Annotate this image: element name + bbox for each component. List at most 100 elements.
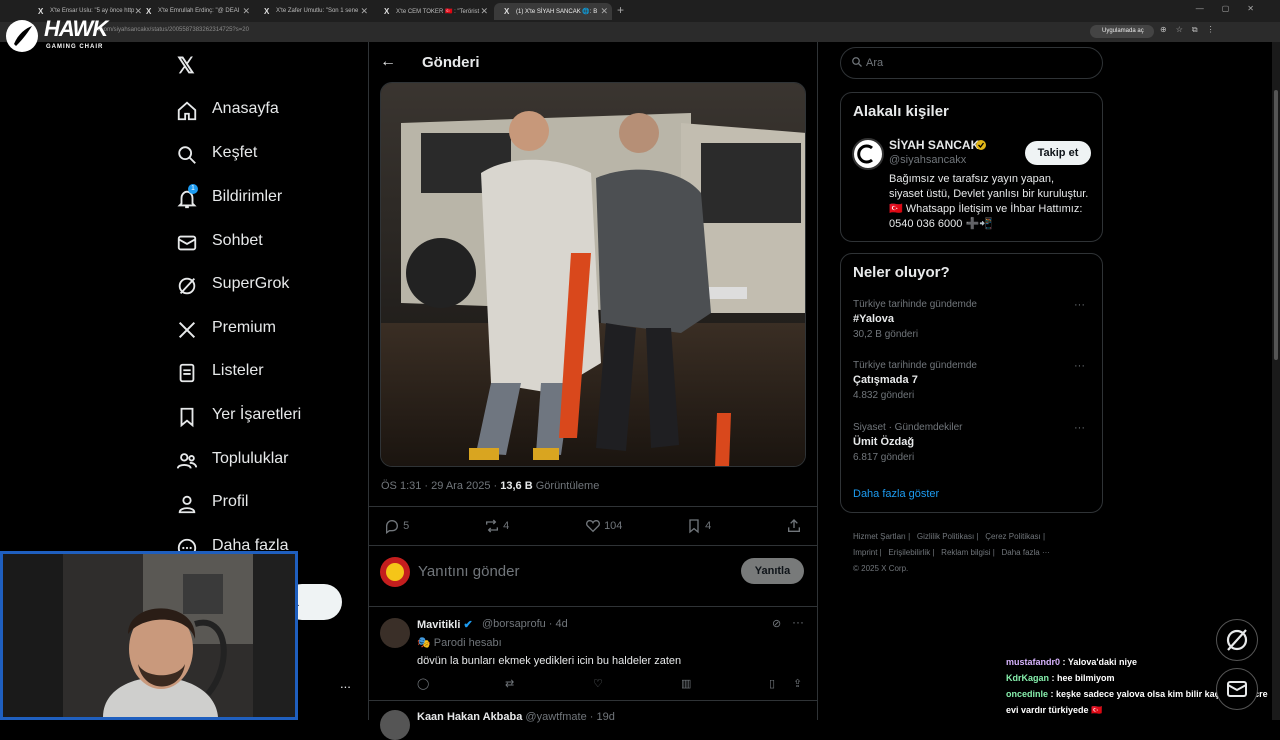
messages-floating-button[interactable]: [1216, 668, 1258, 710]
comment-author-name[interactable]: Mavitikli ✔: [417, 618, 473, 631]
hawk-logo-icon: [6, 20, 38, 52]
verified-icon: ✔: [463, 619, 473, 631]
share-action[interactable]: [786, 518, 802, 534]
bookmark-count: 4: [705, 519, 712, 532]
footer-link[interactable]: Çerez Politikası: [985, 532, 1041, 541]
browser-tab[interactable]: X X'te Zafer Umutlu: "Son 1 sene ✕: [254, 3, 372, 20]
chat-user: mustafandr0: [1006, 657, 1061, 667]
person-icon: [178, 495, 196, 514]
footer-link[interactable]: Gizlilik Politikası: [917, 532, 974, 541]
x-favicon-icon: X: [38, 7, 44, 16]
account-more-icon[interactable]: ...: [340, 676, 351, 691]
comment-handle[interactable]: @borsaprofu · 4d: [482, 618, 568, 630]
footer-link[interactable]: Erişilebilirlik: [888, 548, 930, 557]
more-options-icon[interactable]: ···: [1074, 360, 1085, 372]
avatar[interactable]: [380, 618, 410, 648]
new-tab-button[interactable]: +: [617, 3, 624, 17]
back-arrow-icon[interactable]: ←: [380, 53, 396, 71]
trend-name: Çatışmada 7: [853, 374, 918, 386]
close-icon[interactable]: ✕: [360, 6, 368, 17]
reply-action[interactable]: 5: [384, 518, 409, 534]
bookmark-action[interactable]: 4: [686, 518, 711, 534]
x-icon: [178, 321, 196, 339]
open-in-app-button[interactable]: Uygulamada aç: [1090, 25, 1154, 38]
close-icon[interactable]: ✕: [480, 6, 488, 17]
x-logo-icon[interactable]: 𝕏: [177, 53, 195, 79]
repost-action[interactable]: 4: [484, 518, 509, 534]
nav-label: Keşfet: [212, 144, 258, 161]
trend-item[interactable]: Türkiye tarihinde gündemde #Yalova 30,2 …: [853, 299, 1093, 340]
window-controls[interactable]: —▢✕: [1196, 4, 1272, 13]
post-image[interactable]: [380, 82, 806, 467]
related-handle[interactable]: @siyahsancakx: [889, 154, 966, 166]
chat-text: : Yalova'daki niye: [1060, 657, 1138, 667]
footer-link[interactable]: Daha fazla ···: [1002, 548, 1050, 557]
browser-tab[interactable]: X X'te Emrullah Erdinç: "@ DEAI ✕: [136, 3, 254, 20]
grok-icon[interactable]: ⊘: [772, 617, 781, 630]
trend-item[interactable]: Siyaset · Gündemdekiler Ümit Özdağ 6.817…: [853, 422, 1093, 463]
related-name[interactable]: SİYAH SANCAK: [889, 138, 979, 152]
photo-illustration: [381, 83, 805, 466]
trend-context: Türkiye tarihinde gündemde: [853, 360, 977, 371]
post-timestamp[interactable]: ÖS 1:31 · 29 Ara 2025 ·: [381, 480, 500, 492]
x-favicon-icon: X: [504, 7, 510, 16]
search-input[interactable]: Ara: [866, 57, 883, 69]
repost-icon[interactable]: ⇄: [505, 677, 514, 690]
home-icon: [177, 101, 197, 121]
close-icon[interactable]: ✕: [242, 6, 250, 17]
avatar[interactable]: [380, 710, 410, 740]
grok-floating-button[interactable]: [1216, 619, 1258, 661]
scrollbar-thumb[interactable]: [1274, 90, 1278, 360]
show-more-link[interactable]: Daha fazla göster: [853, 488, 939, 500]
related-bio: Bağımsız ve tarafsız yayın yapan, siyase…: [889, 173, 1089, 230]
footer-link[interactable]: Reklam bilgisi: [941, 548, 990, 557]
comment-actions: ◯ ⇄ ♡ ▥ ▯ ⇪: [417, 677, 807, 691]
bookmark-icon[interactable]: ▯: [769, 677, 775, 690]
share-icon[interactable]: ⇪: [793, 677, 802, 690]
like-count: 104: [604, 519, 623, 532]
list-icon: [179, 363, 195, 383]
x-favicon-icon: X: [384, 7, 390, 16]
avatar[interactable]: [852, 138, 884, 170]
chat-text: : hee bilmiyom: [1049, 673, 1115, 683]
post-meta: ÖS 1:31 · 29 Ara 2025 · 13,6 B Görüntüle…: [381, 480, 599, 492]
comment-handle: @yawtfmate · 19d: [525, 711, 615, 723]
trend-count: 4.832 gönderi: [853, 390, 915, 401]
close-icon[interactable]: ✕: [600, 6, 608, 17]
tab-title: X'te Emrullah Erdinç: "@ DEAI: [158, 8, 240, 14]
nav-label: Anasayfa: [212, 100, 279, 117]
browser-tab[interactable]: X X'te CEM TOKER 🇹🇷 : "Terörist ✕: [374, 3, 492, 20]
follow-button[interactable]: Takip et: [1025, 141, 1091, 165]
more-options-icon[interactable]: ···: [1074, 299, 1085, 311]
more-options-icon[interactable]: ···: [1074, 422, 1085, 434]
browser-toolbar-icons[interactable]: ⊕☆⧉⋮: [1160, 25, 1224, 35]
comment-text: dövün la bunları ekmek yedikleri icin bu…: [417, 655, 682, 667]
reply-input[interactable]: Yanıtını gönder: [418, 563, 519, 580]
views-icon[interactable]: ▥: [681, 677, 691, 690]
nav-label: Premium: [212, 319, 277, 336]
nav-label: Topluluklar: [212, 450, 289, 467]
browser-tab-active[interactable]: X (1) X'te SİYAH SANCAK 🌐: B ✕: [494, 3, 612, 20]
trend-context: Türkiye tarihinde gündemde: [853, 299, 977, 310]
divider: [817, 42, 818, 720]
comment-author-name[interactable]: Kaan Hakan Akbaba @yawtfmate · 19d: [417, 711, 615, 723]
reply-button[interactable]: Yanıtla: [741, 558, 804, 584]
avatar[interactable]: [380, 557, 410, 587]
parody-label: 🎭 Parodi hesabı: [417, 636, 502, 649]
grok-icon: [178, 277, 196, 295]
more-options-icon[interactable]: ···: [792, 615, 804, 629]
trend-name: Ümit Özdağ: [853, 436, 915, 448]
reply-icon[interactable]: ◯: [417, 677, 429, 690]
tab-title: X'te CEM TOKER 🇹🇷 : "Terörist: [396, 9, 480, 15]
footer-link[interactable]: Hizmet Şartları: [853, 532, 906, 541]
nav-label: Listeler: [212, 362, 264, 379]
url-text[interactable]: x.com/siyahsancakx/status/20055873832623…: [96, 27, 249, 33]
chat-user: oncedinle: [1006, 689, 1049, 699]
heart-icon[interactable]: ♡: [593, 677, 603, 690]
trend-item[interactable]: Türkiye tarihinde gündemde Çatışmada 7 4…: [853, 360, 1093, 401]
nav-label: Sohbet: [212, 232, 263, 249]
footer-link[interactable]: Imprint: [853, 548, 877, 557]
like-action[interactable]: 104: [585, 518, 622, 534]
mail-icon: [1227, 681, 1247, 697]
related-title: Alakalı kişiler: [853, 103, 949, 120]
